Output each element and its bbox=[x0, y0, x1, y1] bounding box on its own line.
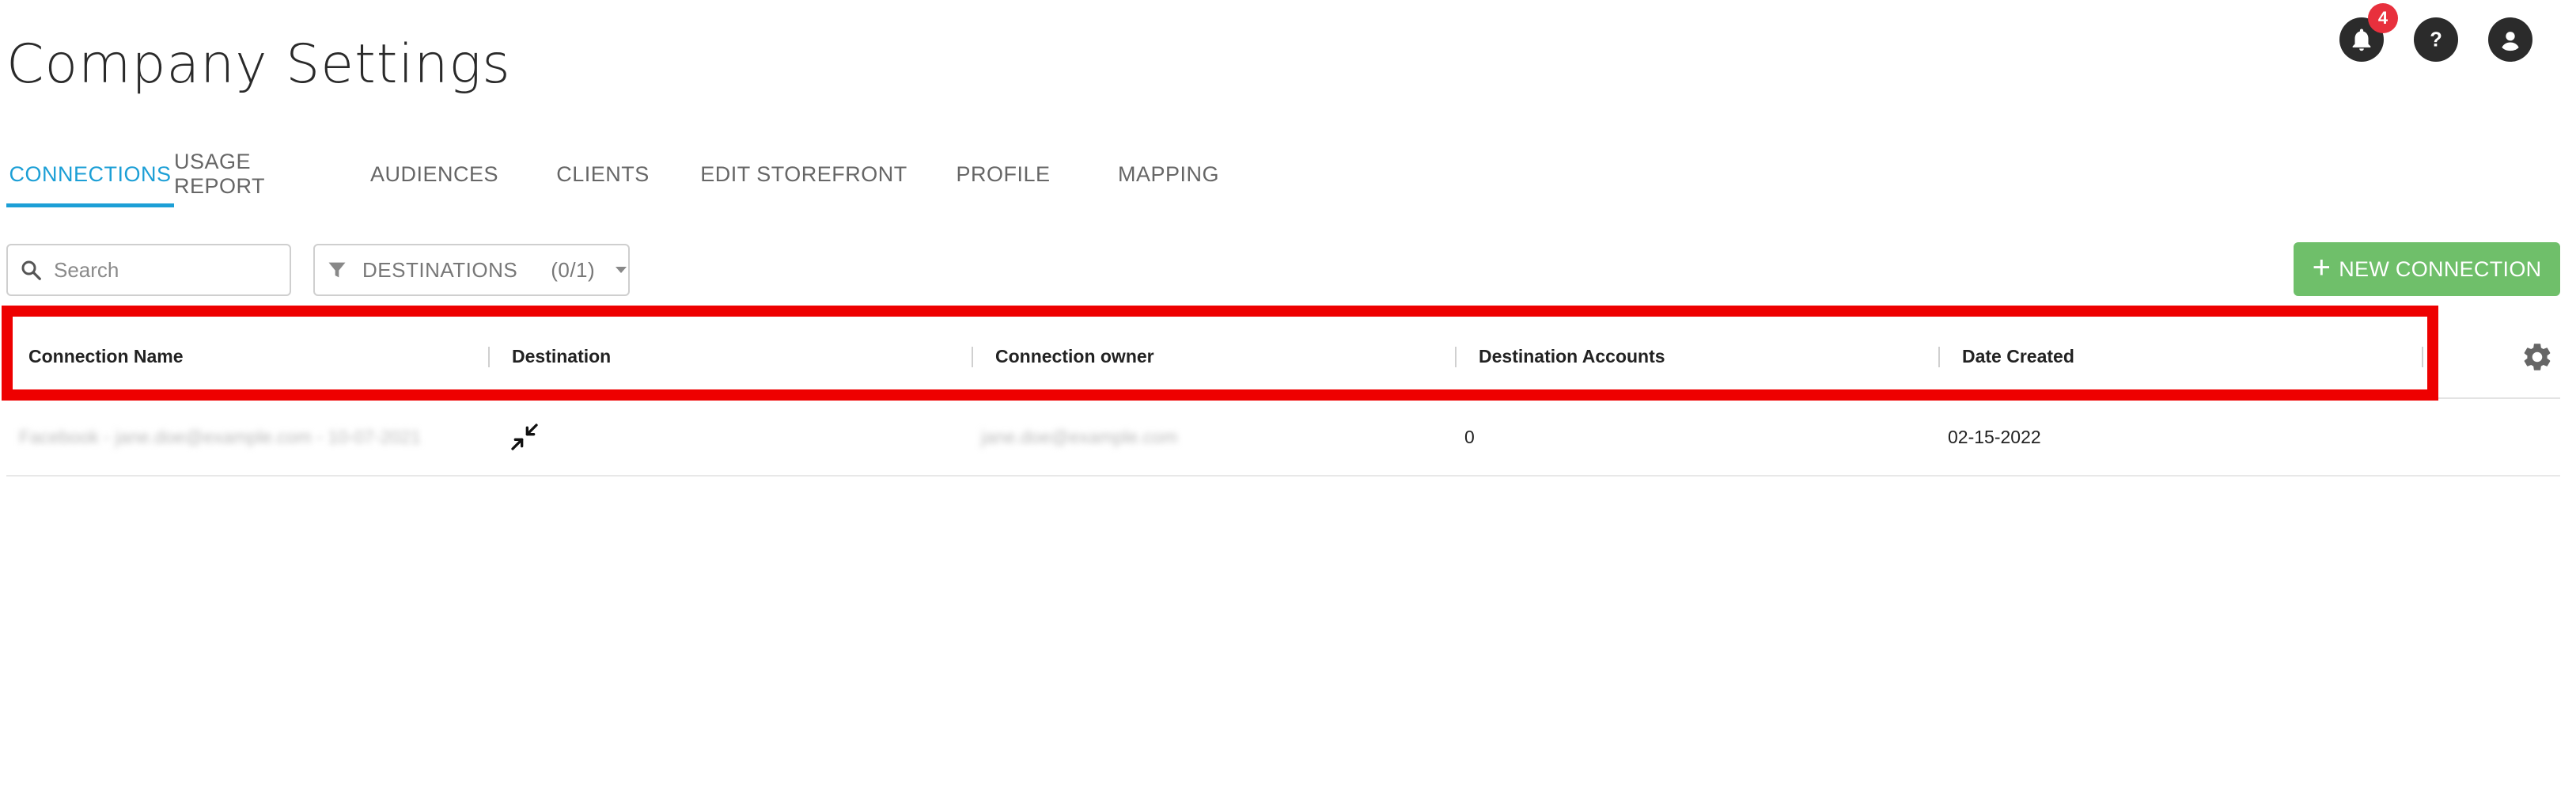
tab-usage-report[interactable]: USAGE REPORT bbox=[174, 141, 348, 207]
column-header-connection-name[interactable]: Connection Name bbox=[6, 315, 490, 397]
help-button[interactable]: ? bbox=[2414, 17, 2458, 62]
tab-profile[interactable]: PROFILE bbox=[922, 141, 1084, 207]
account-circle-icon bbox=[2502, 32, 2519, 51]
column-label: Destination bbox=[512, 345, 612, 367]
help-icon: ? bbox=[2430, 29, 2442, 51]
tab-mapping[interactable]: MAPPING bbox=[1084, 141, 1253, 207]
table-settings-button[interactable] bbox=[2521, 340, 2554, 374]
destination-accounts-text: 0 bbox=[1464, 426, 1475, 447]
cell-destination-accounts: 0 bbox=[1457, 399, 1940, 475]
tab-edit-storefront[interactable]: EDIT STOREFRONT bbox=[685, 141, 922, 207]
cell-destination bbox=[490, 399, 973, 475]
connections-table: Connection Name Destination Connection o… bbox=[2, 306, 2560, 477]
svg-text:?: ? bbox=[2430, 29, 2442, 51]
column-label: Connection Name bbox=[28, 345, 184, 367]
search-input[interactable] bbox=[52, 256, 285, 283]
header-actions: 4 ? bbox=[2339, 3, 2532, 62]
filter-label: DESTINATIONS bbox=[362, 257, 518, 282]
tab-connections[interactable]: CONNECTIONS bbox=[6, 141, 174, 207]
column-label: Connection owner bbox=[995, 345, 1154, 367]
table-header: Connection Name Destination Connection o… bbox=[2, 306, 2560, 401]
filter-count: (0/1) bbox=[551, 257, 596, 282]
chevron-down-icon bbox=[616, 267, 627, 273]
plus-icon: + bbox=[2312, 250, 2332, 285]
date-created-text: 02-15-2022 bbox=[1948, 426, 2041, 447]
column-header-destination[interactable]: Destination bbox=[490, 315, 973, 397]
column-label: Destination Accounts bbox=[1479, 345, 1665, 367]
column-label: Date Created bbox=[1962, 345, 2074, 367]
new-connection-label: NEW CONNECTION bbox=[2339, 256, 2542, 281]
search-box bbox=[6, 244, 291, 296]
cell-connection-owner: jane.doe@example.com bbox=[973, 399, 1457, 475]
notifications-badge: 4 bbox=[2368, 3, 2398, 33]
connection-owner-text: jane.doe@example.com bbox=[981, 426, 1178, 447]
column-header-connection-owner[interactable]: Connection owner bbox=[973, 315, 1457, 397]
settings-tabs: CONNECTIONS USAGE REPORT AUDIENCES CLIEN… bbox=[6, 141, 1253, 207]
cell-date-created: 02-15-2022 bbox=[1940, 399, 2423, 475]
filter-icon bbox=[328, 262, 346, 278]
table-row[interactable]: Facebook - jane.doe@example.com - 10-07-… bbox=[6, 399, 2560, 477]
tab-clients[interactable]: CLIENTS bbox=[521, 141, 685, 207]
page-title: Company Settings bbox=[6, 33, 511, 96]
connection-name-text: Facebook - jane.doe@example.com - 10-07-… bbox=[19, 426, 421, 447]
search-icon bbox=[21, 260, 41, 280]
gear-icon bbox=[2524, 344, 2551, 370]
destinations-filter-dropdown[interactable]: DESTINATIONS (0/1) bbox=[313, 244, 630, 296]
bell-icon bbox=[2352, 28, 2371, 51]
new-connection-button[interactable]: + NEW CONNECTION bbox=[2294, 242, 2560, 296]
account-button[interactable] bbox=[2488, 17, 2532, 62]
cell-connection-name: Facebook - jane.doe@example.com - 10-07-… bbox=[6, 399, 490, 475]
compress-arrows-icon bbox=[511, 423, 538, 450]
column-resize-handle[interactable] bbox=[2422, 347, 2423, 367]
column-header-destination-accounts[interactable]: Destination Accounts bbox=[1457, 315, 1940, 397]
tab-audiences[interactable]: AUDIENCES bbox=[348, 141, 521, 207]
notifications-button[interactable]: 4 bbox=[2339, 3, 2398, 62]
column-header-date-created[interactable]: Date Created bbox=[1940, 315, 2423, 397]
